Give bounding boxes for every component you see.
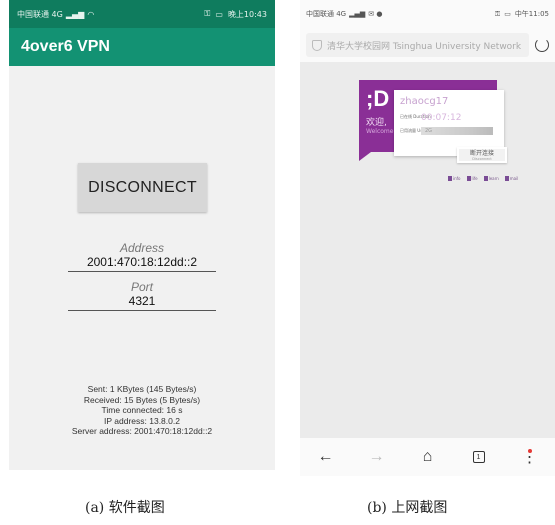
signal-icon: ▂▄▆ bbox=[349, 10, 366, 18]
address-value[interactable]: 2001:470:18:12dd::2 bbox=[68, 255, 216, 269]
wifi-icon: ◠ bbox=[87, 9, 95, 19]
address-field[interactable]: Address 2001:470:18:12dd::2 bbox=[68, 241, 216, 272]
portal-disconnect-button[interactable]: 断开连接 Disconnect bbox=[457, 147, 507, 163]
status-bar: 中国联通 4G ▂▄▆ ✉ ● ⚿ ▭ 中午11:05 bbox=[300, 0, 555, 28]
portal-links: info life learn mail bbox=[448, 176, 518, 181]
home-icon[interactable]: ⌂ bbox=[416, 445, 440, 469]
address-label: Address bbox=[119, 241, 165, 255]
stat-time-connected: Time connected: 16 s bbox=[101, 405, 183, 415]
app-title: 4over6 VPN bbox=[21, 38, 110, 55]
welcome-panel-tab bbox=[359, 152, 371, 161]
stat-ip-address: IP address: 13.8.0.2 bbox=[104, 415, 180, 426]
username: zhaocg17 bbox=[400, 96, 449, 107]
stat-received: Received: 15 Bytes (5 Bytes/s) bbox=[83, 394, 201, 405]
usage-value: 2G bbox=[425, 128, 433, 134]
welcome-text: 欢迎, bbox=[366, 118, 387, 128]
reload-icon[interactable] bbox=[535, 38, 549, 52]
url-text: 清华大学校园网 Tsinghua University Network bbox=[327, 41, 522, 52]
forward-arrow-icon[interactable]: → bbox=[365, 445, 389, 469]
back-arrow-icon[interactable]: ← bbox=[314, 445, 338, 469]
clock-text: 晚上10:43 bbox=[227, 9, 267, 19]
address-bar: 清华大学校园网 Tsinghua University Network bbox=[300, 28, 555, 62]
battery-icon: ▭ bbox=[215, 9, 223, 19]
menu-notification-dot bbox=[528, 449, 532, 453]
address-underline bbox=[68, 271, 216, 272]
vpn-app-screenshot: 中国联通 4G ▂▄▆ ◠ ⚿ ▭ 晚上10:43 4over6 VPN DIS… bbox=[9, 0, 275, 470]
portal-disconnect-en: Disconnect bbox=[472, 157, 492, 161]
connection-stats: Sent: 1 KBytes (145 Bytes/s) Received: 1… bbox=[9, 384, 275, 437]
learn-icon bbox=[483, 176, 488, 181]
vpn-key-icon: ⚿ bbox=[204, 9, 211, 18]
app-bar: 4over6 VPN bbox=[9, 28, 275, 66]
port-underline bbox=[68, 310, 216, 311]
port-field[interactable]: Port 4321 bbox=[68, 280, 216, 311]
caption-b: (b) 上网截图 bbox=[367, 500, 448, 516]
disconnect-button[interactable]: DISCONNECT bbox=[78, 163, 207, 212]
browser-nav-bar: ← → ⌂ 1 ⋮ bbox=[300, 438, 555, 476]
life-icon bbox=[466, 176, 471, 181]
welcome-text-en: Welcome, bbox=[366, 128, 396, 135]
battery-icon: ▭ bbox=[504, 10, 511, 18]
caption-a: (a) 软件截图 bbox=[85, 500, 165, 516]
url-input[interactable]: 清华大学校园网 Tsinghua University Network bbox=[306, 33, 529, 57]
portal-disconnect-cn: 断开连接 bbox=[469, 150, 494, 157]
notification-icons: ✉ ● bbox=[368, 10, 383, 18]
carrier-text: 中国联通 4G bbox=[306, 10, 347, 18]
shield-icon bbox=[312, 39, 322, 51]
info-icon bbox=[448, 176, 452, 181]
stat-server-address: Server address: 2001:470:18:12dd::2 bbox=[71, 426, 213, 436]
link-life[interactable]: life bbox=[466, 176, 478, 181]
port-value[interactable]: 4321 bbox=[68, 294, 216, 308]
usage-bar: 2G bbox=[421, 127, 493, 135]
link-mail[interactable]: mail bbox=[504, 176, 518, 181]
tabs-icon[interactable]: 1 bbox=[467, 445, 491, 469]
browser-screenshot: 中国联通 4G ▂▄▆ ✉ ● ⚿ ▭ 中午11:05 清华大学校园网 Tsin… bbox=[300, 0, 555, 476]
stat-sent: Sent: 1 KBytes (145 Bytes/s) bbox=[87, 384, 197, 394]
smile-logo: ;D bbox=[366, 86, 390, 111]
clock-text: 中午11:05 bbox=[514, 10, 549, 18]
carrier-text: 中国联通 4G bbox=[17, 9, 63, 19]
link-info[interactable]: info bbox=[448, 176, 461, 181]
vpn-key-icon: ⚿ bbox=[494, 9, 501, 18]
duration-value: 00:07:12 bbox=[421, 113, 462, 123]
status-bar: 中国联通 4G ▂▄▆ ◠ ⚿ ▭ 晚上10:43 bbox=[9, 0, 275, 28]
link-learn[interactable]: learn bbox=[483, 176, 499, 181]
mail-icon bbox=[504, 176, 509, 181]
port-label: Port bbox=[130, 280, 153, 294]
signal-icon: ▂▄▆ bbox=[65, 9, 85, 19]
